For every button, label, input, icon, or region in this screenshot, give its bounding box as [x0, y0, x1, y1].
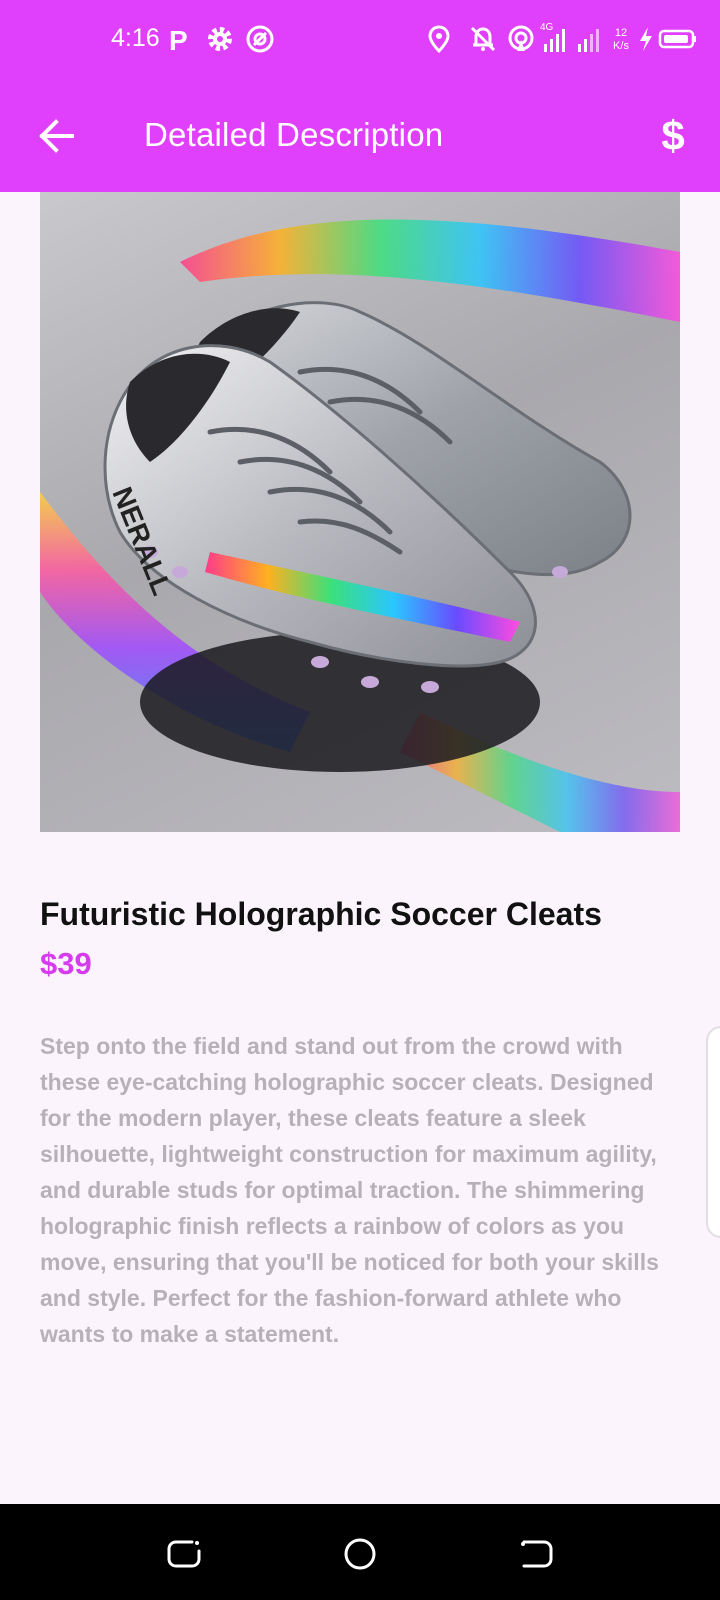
- product-description: Step onto the field and stand out from t…: [40, 1033, 659, 1347]
- location-icon: [424, 24, 454, 54]
- product-title: Futuristic Holographic Soccer Cleats: [40, 896, 602, 932]
- status-time: 4:16: [111, 24, 160, 52]
- back-button[interactable]: [30, 114, 82, 158]
- back-nav-icon: [521, 1540, 553, 1568]
- battery-icon: [658, 24, 698, 54]
- product-image: NERALL: [40, 192, 680, 832]
- back-nav-button[interactable]: [516, 1534, 556, 1574]
- speed-unit: K/s: [613, 40, 629, 52]
- home-icon: [344, 1538, 376, 1570]
- parking-icon: P: [165, 24, 195, 54]
- toolbar: Detailed Description $: [0, 96, 720, 176]
- speed-value: 12: [614, 27, 628, 39]
- arrow-left-icon: [39, 119, 74, 153]
- side-panel-handle[interactable]: [706, 1026, 720, 1238]
- navigation-bar: [0, 1504, 720, 1600]
- recents-icon: [167, 1540, 201, 1568]
- svg-text:P: P: [169, 25, 188, 54]
- signal-weak-icon: [574, 24, 604, 54]
- charging-icon: [636, 24, 656, 54]
- page-title: Detailed Description: [144, 116, 444, 153]
- status-bar: 4:16 P 4G 12 K/s: [0, 0, 720, 80]
- gear-icon: [205, 24, 235, 54]
- bell-off-icon: [468, 24, 498, 54]
- recents-button[interactable]: [164, 1534, 204, 1574]
- app-header: 4:16 P 4G 12 K/s Detailed Description $: [0, 0, 720, 192]
- at-sign-icon: [245, 24, 275, 54]
- network-type: 4G: [540, 22, 554, 33]
- product-price: $39: [40, 946, 92, 981]
- home-button[interactable]: [340, 1534, 380, 1574]
- dollar-button[interactable]: $: [648, 108, 698, 164]
- hotspot-icon: [506, 24, 536, 54]
